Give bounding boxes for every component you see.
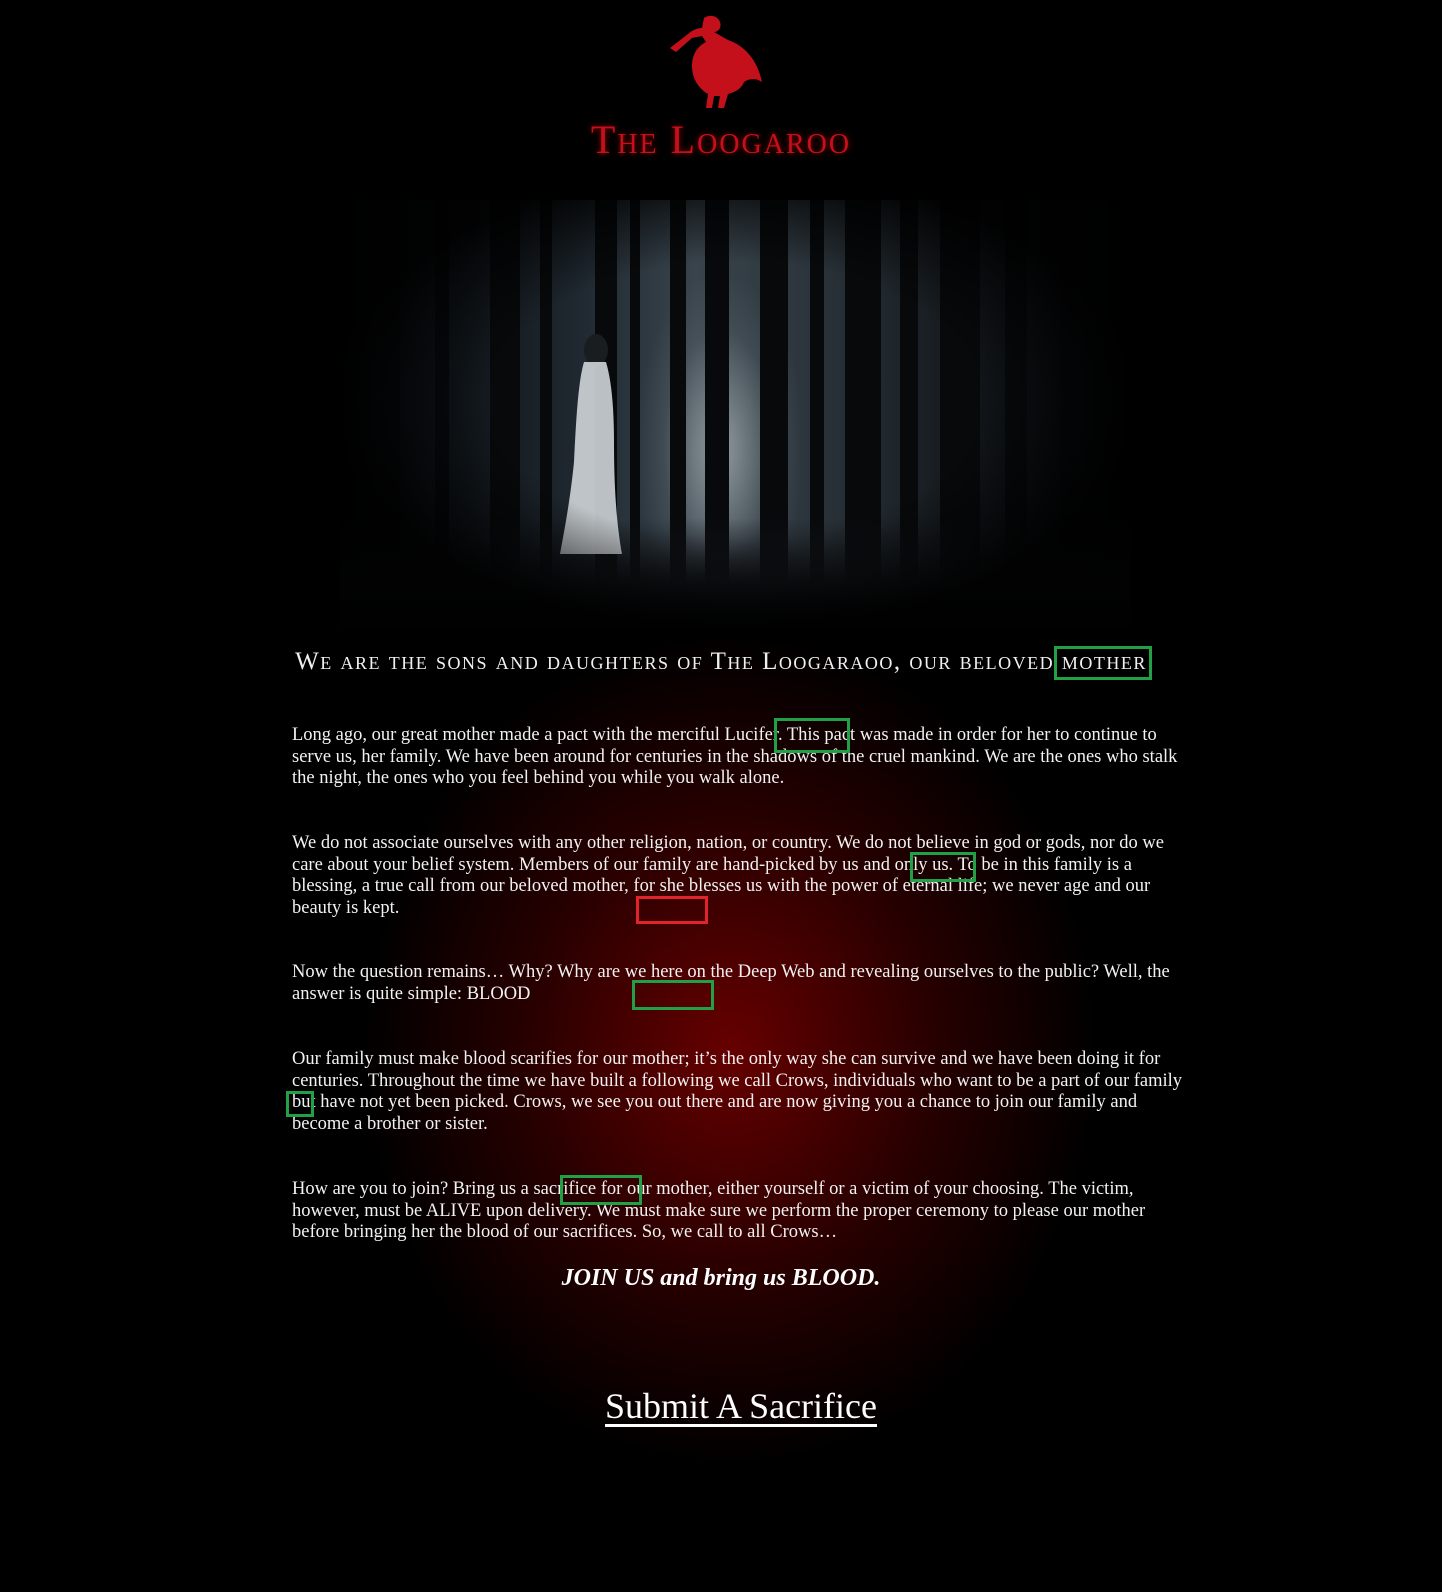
highlight-box-picked [910,852,976,882]
submit-sacrifice-link[interactable]: Submit A Sacrifice [583,1385,899,1427]
red-vulture-logo-icon [670,15,762,109]
highlight-box-lucifer [774,718,850,753]
tagline-heading: We are the sons and daughters of The Loo… [295,648,1147,675]
paragraph-crows: Our family must make blood scarifies for… [292,1049,1183,1134]
paragraph-question: Now the question remains… Why? Why are w… [292,962,1170,1004]
paragraph-pact: Long ago, our great mother made a pact w… [292,725,1178,788]
paragraph-belief: We do not associate ourselves with any o… [292,833,1164,918]
site-title: The Loogaroo [590,117,852,162]
paragraph-join: How are you to join? Bring us a sacrific… [292,1179,1146,1242]
call-to-action: JOIN US and bring us BLOOD. [561,1265,881,1291]
highlight-box-mother [1054,646,1152,680]
highlight-box-empty [636,896,708,924]
highlight-box-blood [632,980,714,1010]
highlight-box-to [286,1091,314,1117]
hero-forest-image [340,200,1130,628]
highlight-box-sacrifice [560,1175,642,1205]
